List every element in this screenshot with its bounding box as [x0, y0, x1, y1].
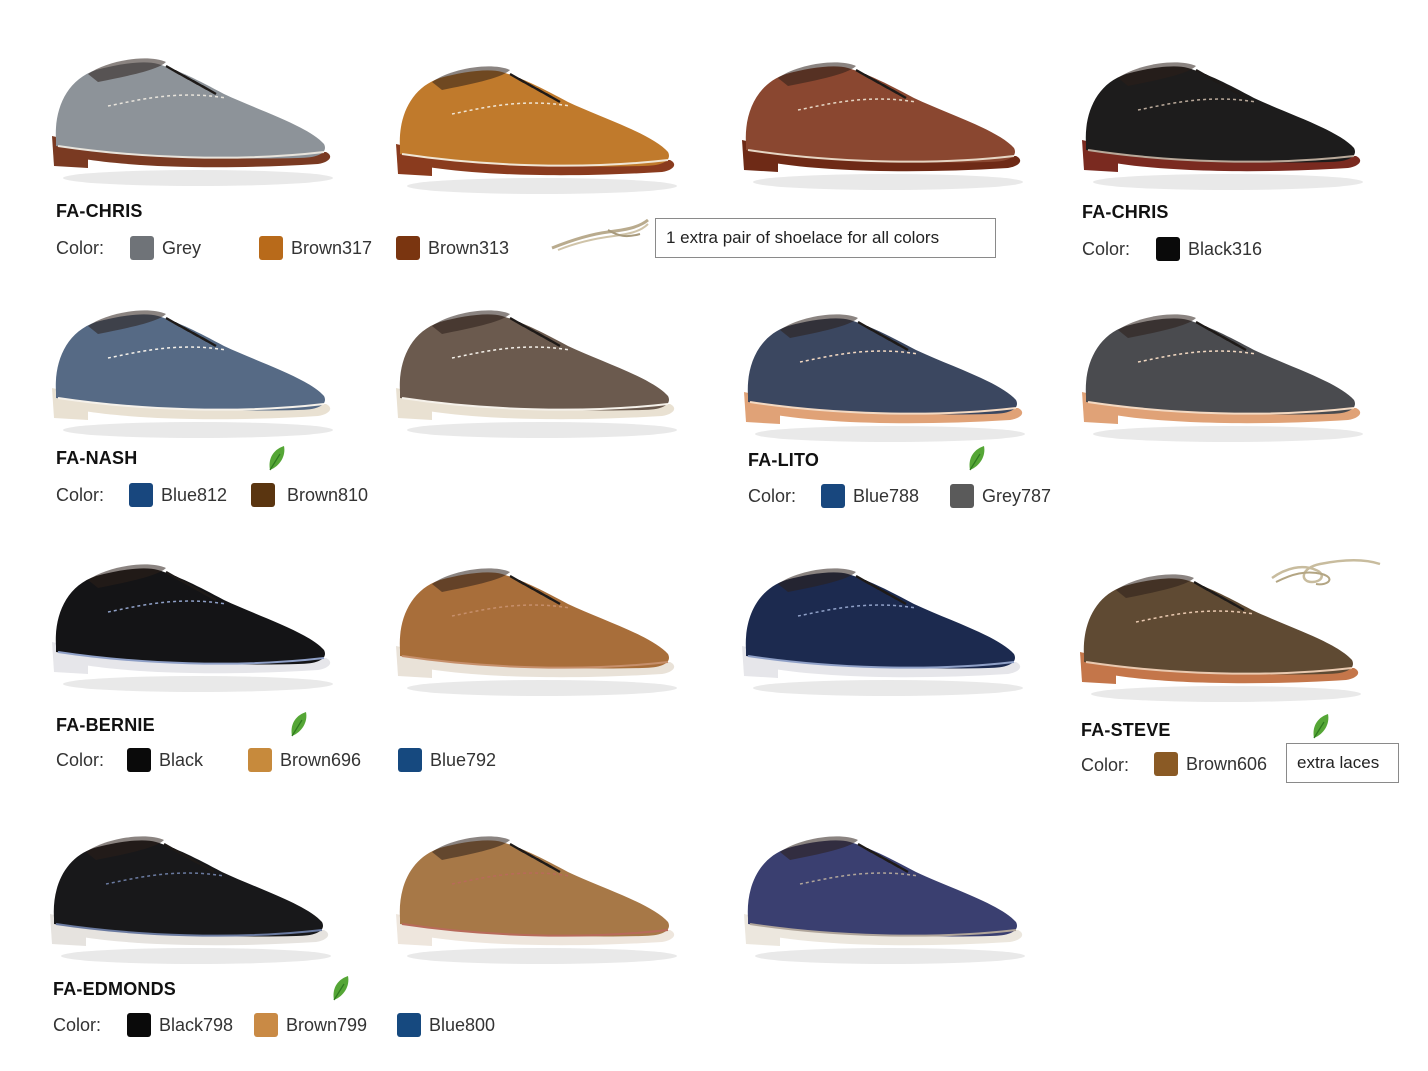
color-chip	[821, 484, 845, 508]
color-option-black[interactable]: Black	[127, 748, 203, 772]
model-name: FA-NASH	[56, 448, 138, 468]
model-name: FA-LITO	[748, 450, 820, 470]
shoe-image	[1078, 44, 1368, 194]
color-option-label: Brown799	[286, 1014, 368, 1035]
color-chip	[254, 1013, 278, 1037]
color-label: Color:	[1081, 755, 1130, 775]
color-option-label: Blue812	[161, 484, 228, 505]
color-option-black316[interactable]: Black316	[1156, 237, 1262, 261]
color-option-label: Black	[159, 749, 204, 770]
shoe-shadow	[407, 178, 677, 194]
color-label: Color:	[56, 750, 105, 770]
color-option-brown606[interactable]: Brown606	[1154, 752, 1267, 776]
color-option-label: Grey	[162, 237, 202, 258]
color-option-label: Brown606	[1186, 753, 1268, 774]
shoelace-icon	[1271, 559, 1381, 586]
shoe-shadow	[753, 174, 1023, 190]
shoe-shadow	[1091, 686, 1361, 702]
shoe-shadow	[407, 680, 677, 696]
color-chip	[1156, 237, 1180, 261]
color-label: Color:	[56, 238, 105, 258]
shoe-image	[740, 818, 1030, 968]
shoe-shadow	[755, 426, 1025, 442]
shoe-shadow	[407, 948, 677, 964]
extra-laces-note: extra laces	[1286, 743, 1399, 783]
color-option-blue792[interactable]: Blue792	[398, 748, 496, 772]
color-option-grey[interactable]: Grey	[130, 236, 201, 260]
color-option-grey787[interactable]: Grey787	[950, 484, 1051, 508]
color-option-label: Blue792	[430, 749, 497, 770]
color-option-label: Black798	[159, 1014, 234, 1035]
color-option-brown317[interactable]: Brown317	[259, 236, 372, 260]
leaf-icon	[1313, 714, 1329, 739]
color-option-blue812[interactable]: Blue812	[129, 483, 227, 507]
shoe-image	[1078, 296, 1368, 446]
color-option-label: Blue788	[853, 485, 920, 506]
color-chip	[130, 236, 154, 260]
color-label: Color:	[53, 1015, 102, 1035]
color-chip	[1154, 752, 1178, 776]
shoe-image	[392, 818, 682, 968]
color-chip	[397, 1013, 421, 1037]
color-chip	[259, 236, 283, 260]
color-label: Color:	[56, 485, 105, 505]
shoe-image	[48, 546, 338, 696]
color-chip	[396, 236, 420, 260]
shoe-shadow	[1093, 174, 1363, 190]
model-name: FA-CHRIS	[1082, 202, 1169, 222]
color-chip	[251, 483, 275, 507]
model-name: FA-CHRIS	[56, 201, 143, 221]
model-name: FA-EDMONDS	[53, 979, 176, 999]
shoe-image	[48, 292, 338, 442]
color-label: Color:	[748, 486, 797, 506]
leaf-icon	[969, 446, 985, 471]
color-chip	[398, 748, 422, 772]
color-chip	[127, 748, 151, 772]
shoe-image	[740, 296, 1030, 446]
shoe-image	[48, 40, 338, 190]
color-option-brown696[interactable]: Brown696	[248, 748, 361, 772]
color-label: Color:	[1082, 239, 1131, 259]
shoe-shadow	[63, 170, 333, 186]
shoe-shadow	[1093, 426, 1363, 442]
color-option-black798[interactable]: Black798	[127, 1013, 233, 1037]
shoe-image	[46, 818, 336, 968]
color-option-label: Brown810	[287, 484, 369, 505]
color-chip	[129, 483, 153, 507]
color-option-blue800[interactable]: Blue800	[397, 1013, 495, 1037]
shoelace-icon	[551, 218, 649, 251]
shoe-shadow	[63, 676, 333, 692]
shoe-shadow	[755, 948, 1025, 964]
model-name: FA-STEVE	[1081, 720, 1171, 740]
color-option-label: Blue800	[429, 1014, 496, 1035]
shoe-shadow	[61, 948, 331, 964]
color-option-label: Brown696	[280, 749, 362, 770]
model-name: FA-BERNIE	[56, 715, 155, 735]
color-option-brown313[interactable]: Brown313	[396, 236, 509, 260]
color-chip	[248, 748, 272, 772]
color-option-label: Black316	[1188, 238, 1263, 259]
color-option-blue788[interactable]: Blue788	[821, 484, 919, 508]
shoe-shadow	[407, 422, 677, 438]
shoe-image	[392, 48, 682, 198]
leaf-icon	[269, 446, 285, 471]
shoelace-note: 1 extra pair of shoelace for all colors	[655, 218, 996, 258]
shoe-image	[738, 44, 1028, 194]
color-option-brown810[interactable]: Brown810	[251, 483, 368, 507]
shoe-image	[738, 550, 1028, 700]
shoe-shadow	[63, 422, 333, 438]
color-option-label: Brown317	[291, 237, 373, 258]
shoe-image	[392, 550, 682, 700]
color-option-brown799[interactable]: Brown799	[254, 1013, 367, 1037]
leaf-icon	[333, 976, 349, 1001]
color-chip	[127, 1013, 151, 1037]
color-option-label: Brown313	[428, 237, 510, 258]
shoe-shadow	[753, 680, 1023, 696]
color-option-label: Grey787	[982, 485, 1052, 506]
shoe-image	[392, 292, 682, 442]
color-chip	[950, 484, 974, 508]
leaf-icon	[291, 712, 307, 737]
